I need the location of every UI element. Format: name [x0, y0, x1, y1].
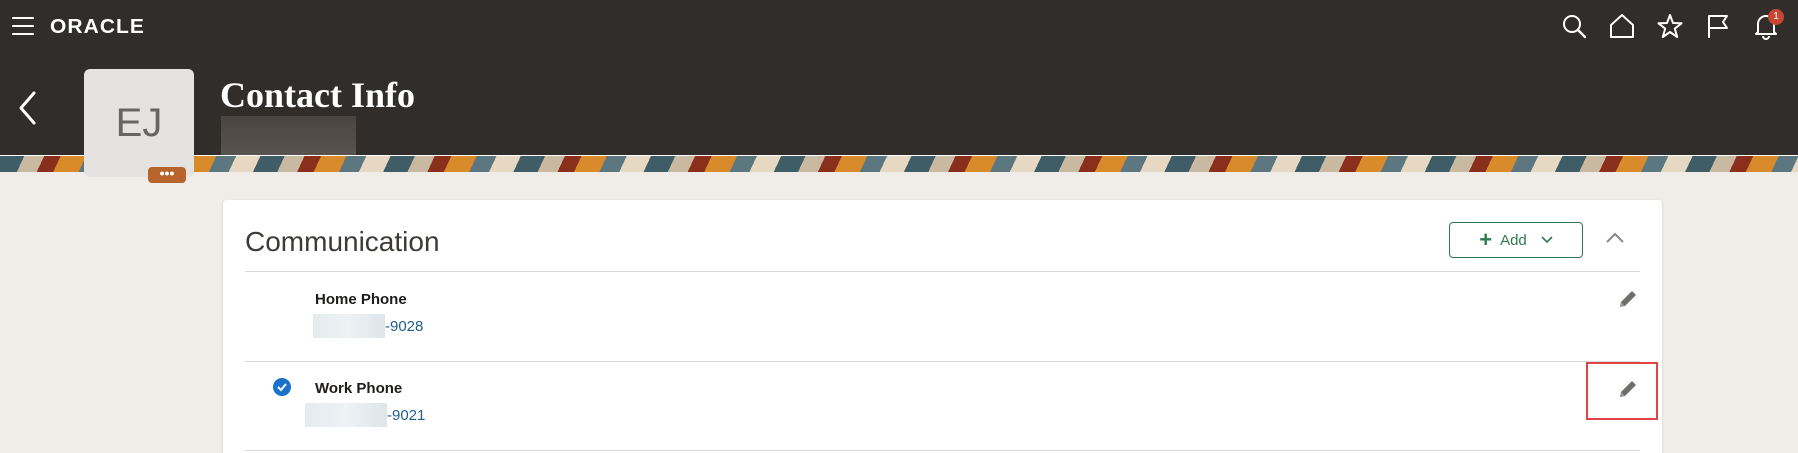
- oracle-logo[interactable]: ORACLE: [50, 16, 145, 39]
- decorative-banner-strip: [0, 155, 1798, 172]
- divider: [245, 450, 1640, 451]
- search-icon[interactable]: [1560, 12, 1588, 40]
- work-phone-value[interactable]: -9021: [387, 407, 425, 424]
- chevron-down-icon: [1541, 233, 1553, 247]
- redacted-subtitle: [221, 116, 356, 156]
- work-phone-label: Work Phone: [315, 380, 403, 397]
- page-title: Contact Info: [220, 75, 415, 115]
- star-icon[interactable]: [1656, 12, 1684, 40]
- edit-pencil-icon[interactable]: [1617, 378, 1639, 400]
- bell-icon[interactable]: 1: [1752, 9, 1784, 40]
- home-phone-value[interactable]: -9028: [385, 318, 423, 335]
- add-button-label: Add: [1500, 231, 1527, 249]
- home-icon[interactable]: [1608, 12, 1636, 40]
- home-phone-label: Home Phone: [315, 291, 407, 308]
- flag-icon[interactable]: [1704, 12, 1732, 40]
- communication-card: Communication + Add Home Phone -9028 Wor…: [223, 200, 1662, 453]
- redacted-phone-prefix: [313, 314, 385, 338]
- global-toolbar: 1: [1560, 9, 1784, 40]
- redacted-phone-prefix: [305, 403, 387, 427]
- global-header: ORACLE 1 Contact Info: [0, 0, 1798, 156]
- chevron-left-icon[interactable]: [18, 90, 38, 126]
- divider: [245, 271, 1640, 272]
- avatar-more-actions-button[interactable]: •••: [148, 166, 186, 183]
- hamburger-menu-icon[interactable]: [12, 17, 34, 35]
- notification-count-badge: 1: [1768, 9, 1784, 25]
- plus-icon: +: [1479, 227, 1493, 252]
- add-button[interactable]: + Add: [1449, 222, 1583, 258]
- avatar: EJ: [84, 69, 194, 177]
- collapse-section-icon[interactable]: [1603, 226, 1627, 250]
- edit-pencil-icon[interactable]: [1617, 288, 1639, 310]
- section-title: Communication: [245, 226, 440, 257]
- divider: [245, 361, 1640, 362]
- primary-check-icon: [273, 378, 291, 396]
